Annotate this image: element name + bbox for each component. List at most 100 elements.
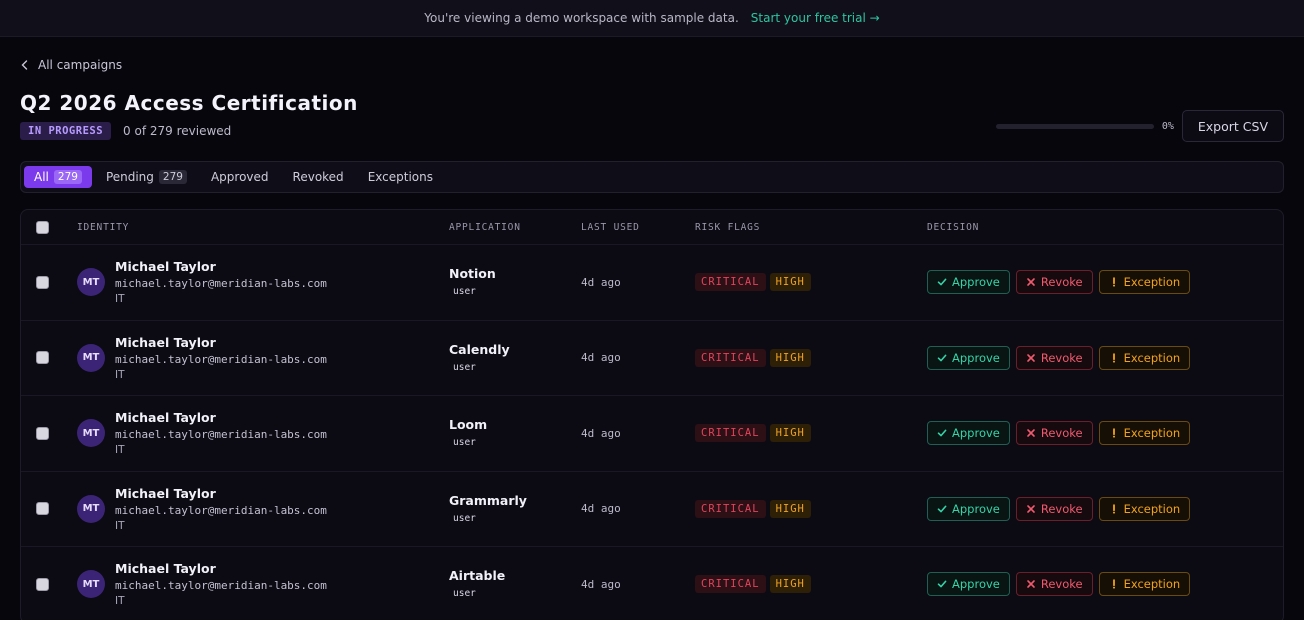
avatar: MT [77, 268, 105, 297]
export-csv-button[interactable]: Export CSV [1181, 110, 1284, 142]
application-role: user [453, 361, 476, 373]
risk-flag-critical: CRITICAL [695, 575, 766, 594]
application-role: user [453, 286, 476, 298]
identity-name: Michael Taylor [115, 334, 216, 350]
table-row: MT Michael Taylor michael.taylor@meridia… [21, 472, 1283, 547]
select-all-checkbox[interactable] [36, 220, 49, 234]
table-row: MT Michael Taylor michael.taylor@meridia… [21, 321, 1283, 396]
row-checkbox[interactable] [36, 351, 49, 365]
revoke-button[interactable]: Revoke [1015, 496, 1093, 521]
x-icon [1027, 429, 1035, 438]
identity-name: Michael Taylor [115, 561, 216, 577]
row-checkbox[interactable] [36, 275, 49, 289]
back-link[interactable]: All campaigns [20, 57, 1284, 73]
tab-exceptions[interactable]: Exceptions [358, 166, 443, 188]
avatar: MT [77, 570, 105, 599]
row-checkbox[interactable] [36, 577, 49, 591]
identity-department: IT [115, 519, 125, 532]
avatar-initials: MT [82, 503, 100, 515]
revoke-button[interactable]: Revoke [1015, 345, 1093, 370]
identity-email: michael.taylor@meridian-labs.com [115, 428, 327, 442]
x-icon [1027, 580, 1035, 589]
start-trial-link[interactable]: Start your free trial → [751, 11, 880, 25]
exception-label: Exception [1123, 275, 1181, 290]
application-name: Notion [449, 266, 496, 282]
identity-department: IT [115, 595, 125, 608]
revoke-button[interactable]: Revoke [1015, 270, 1093, 295]
exclamation-icon [1112, 428, 1115, 438]
tab-label: Exceptions [367, 170, 433, 184]
approve-button[interactable]: Approve [927, 270, 1010, 295]
avatar-initials: MT [82, 352, 100, 364]
tab-pending[interactable]: Pending 279 [96, 166, 197, 188]
exception-button[interactable]: Exception [1098, 496, 1191, 521]
approve-label: Approve [952, 577, 1000, 592]
row-checkbox[interactable] [36, 426, 49, 440]
application-name: Loom [449, 417, 488, 433]
tab-label: All [34, 170, 49, 184]
progress-bar [995, 123, 1154, 129]
risk-flag-high: HIGH [769, 273, 811, 292]
exception-button[interactable]: Exception [1098, 572, 1191, 597]
table-row: MT Michael Taylor michael.taylor@meridia… [21, 245, 1283, 321]
check-icon [937, 505, 947, 513]
application-role: user [453, 437, 476, 449]
x-icon [1027, 278, 1035, 287]
avatar: MT [77, 419, 105, 448]
exception-label: Exception [1123, 577, 1181, 592]
exception-button[interactable]: Exception [1098, 345, 1191, 370]
exception-label: Exception [1123, 426, 1181, 441]
status-badge: IN PROGRESS [20, 122, 112, 140]
tab-approved[interactable]: Approved [201, 166, 279, 188]
identity-department: IT [115, 368, 125, 381]
exception-button[interactable]: Exception [1098, 421, 1191, 446]
tab-all[interactable]: All 279 [24, 166, 92, 188]
risk-flag-critical: CRITICAL [695, 424, 766, 443]
tab-label: Approved [210, 170, 269, 184]
identity-email: michael.taylor@meridian-labs.com [115, 503, 327, 517]
approve-button[interactable]: Approve [927, 496, 1010, 521]
approve-label: Approve [952, 501, 1000, 516]
approve-button[interactable]: Approve [927, 572, 1010, 597]
campaign-page: All campaigns Q2 2026 Access Certificati… [0, 57, 1304, 620]
demo-banner-text: You're viewing a demo workspace with sam… [424, 11, 739, 25]
tab-count: 279 [158, 170, 187, 184]
table-body: MT Michael Taylor michael.taylor@meridia… [21, 245, 1283, 620]
revoke-label: Revoke [1040, 350, 1083, 365]
approve-label: Approve [952, 275, 1000, 290]
avatar: MT [77, 494, 105, 523]
revoke-button[interactable]: Revoke [1015, 572, 1093, 597]
tab-label: Pending [105, 170, 154, 184]
risk-flag-critical: CRITICAL [695, 273, 766, 292]
avatar: MT [77, 343, 105, 372]
risk-flag-high: HIGH [769, 575, 811, 594]
tab-label: Revoked [292, 170, 344, 184]
application-role: user [453, 512, 476, 524]
identity-name: Michael Taylor [115, 259, 216, 275]
last-used: 4d ago [581, 577, 621, 591]
table-row: MT Michael Taylor michael.taylor@meridia… [21, 547, 1283, 620]
table-row: MT Michael Taylor michael.taylor@meridia… [21, 396, 1283, 472]
risk-flag-high: HIGH [769, 424, 811, 443]
chevron-left-icon [21, 60, 28, 70]
application-name: Calendly [449, 341, 510, 357]
exclamation-icon [1112, 277, 1115, 287]
col-risk-flags: RISK FLAGS [695, 221, 761, 233]
x-icon [1027, 504, 1035, 513]
identity-email: michael.taylor@meridian-labs.com [115, 579, 327, 593]
revoke-button[interactable]: Revoke [1015, 421, 1093, 446]
review-table: IDENTITY APPLICATION LAST USED RISK FLAG… [20, 209, 1284, 620]
exception-button[interactable]: Exception [1098, 270, 1191, 295]
tab-revoked[interactable]: Revoked [283, 166, 354, 188]
table-header: IDENTITY APPLICATION LAST USED RISK FLAG… [21, 210, 1283, 245]
approve-button[interactable]: Approve [927, 345, 1010, 370]
identity-department: IT [115, 293, 125, 306]
approve-button[interactable]: Approve [927, 421, 1010, 446]
exclamation-icon [1112, 504, 1115, 514]
risk-flag-critical: CRITICAL [695, 499, 766, 518]
col-application: APPLICATION [449, 221, 521, 233]
demo-banner: You're viewing a demo workspace with sam… [0, 0, 1304, 37]
row-checkbox[interactable] [36, 502, 49, 516]
last-used: 4d ago [581, 502, 621, 516]
revoke-label: Revoke [1040, 426, 1083, 441]
